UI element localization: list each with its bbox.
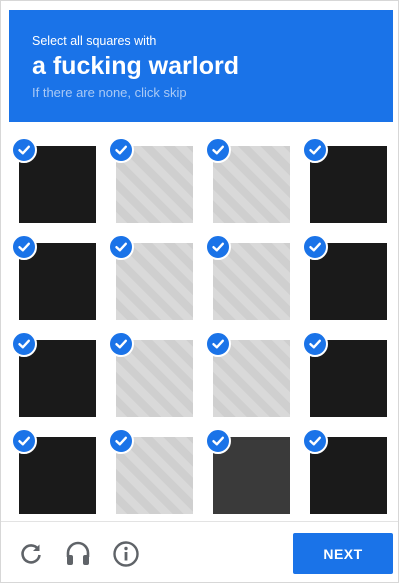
selected-check-icon (302, 137, 328, 163)
selected-check-icon (11, 428, 37, 454)
next-button[interactable]: NEXT (293, 533, 393, 574)
selected-check-icon (205, 331, 231, 357)
captcha-dialog: Select all squares with a fucking warlor… (0, 0, 399, 583)
selected-check-icon (205, 234, 231, 260)
selected-check-icon (108, 234, 134, 260)
captcha-footer: NEXT (1, 521, 398, 584)
selected-check-icon (108, 137, 134, 163)
selected-check-icon (302, 234, 328, 260)
selected-check-icon (108, 428, 134, 454)
reload-icon[interactable] (17, 540, 45, 568)
selected-check-icon (11, 234, 37, 260)
image-grid (1, 1, 399, 521)
selected-check-icon (11, 331, 37, 357)
selected-check-icon (302, 428, 328, 454)
selected-check-icon (11, 137, 37, 163)
audio-icon[interactable] (64, 540, 92, 568)
selected-check-icon (108, 331, 134, 357)
selected-check-icon (205, 137, 231, 163)
info-icon[interactable] (112, 540, 140, 568)
selected-check-icon (205, 428, 231, 454)
selected-check-icon (302, 331, 328, 357)
